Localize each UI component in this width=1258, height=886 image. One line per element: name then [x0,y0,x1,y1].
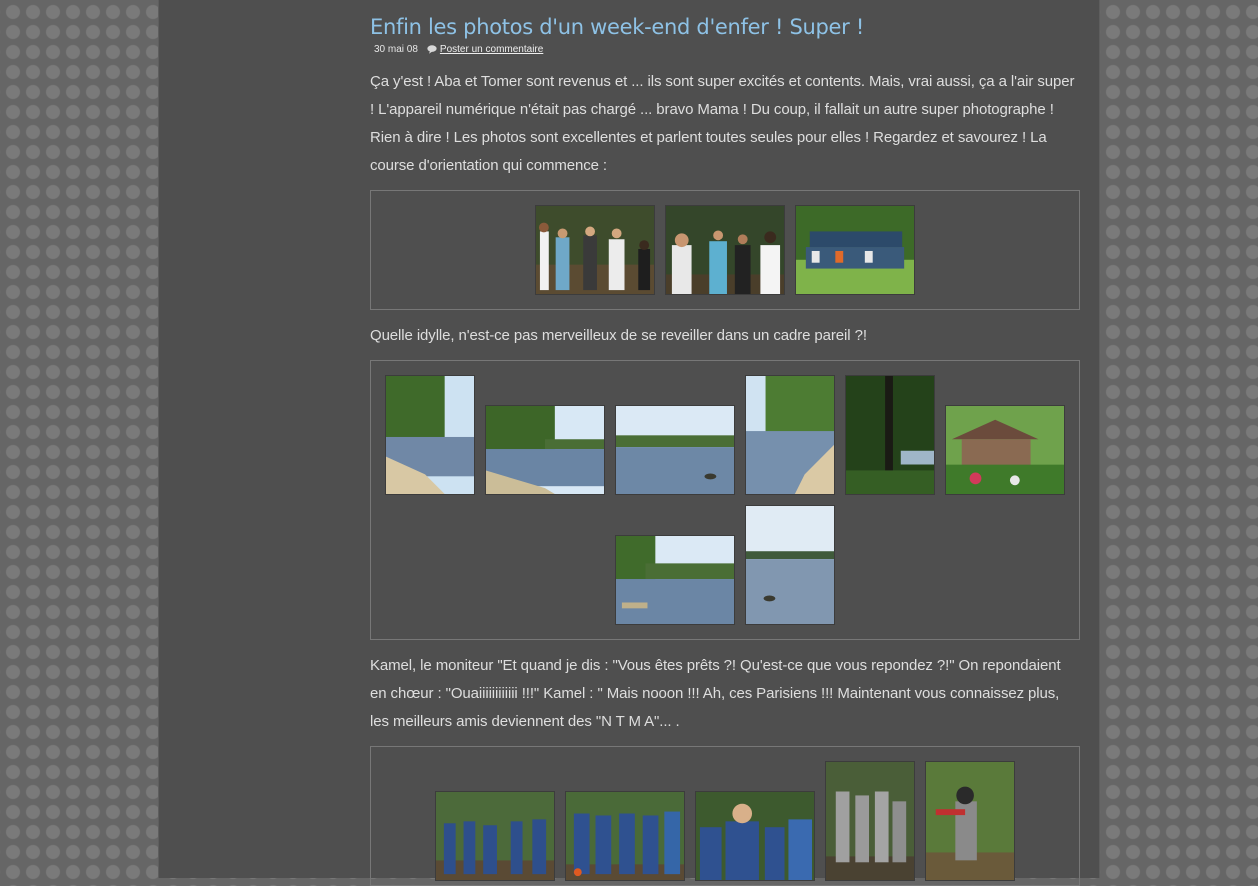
photo-thumbnail[interactable] [535,205,655,295]
photo-thumbnail[interactable] [615,405,735,495]
photo-thumbnail[interactable] [795,205,915,295]
post-comment-link[interactable]: Poster un commentaire [440,44,543,55]
post-meta: 30 mai 08 Poster un commentaire [374,42,1080,56]
post-paragraph-intro: Ça y'est ! Aba et Tomer sont revenus et … [370,73,1075,174]
post-date: 30 mai 08 [374,43,418,55]
page-column: Enfin les photos d'un week-end d'enfer !… [158,0,1100,886]
photo-gallery-lake [370,360,1080,640]
photo-thumbnail[interactable] [745,375,835,495]
post-title[interactable]: Enfin les photos d'un week-end d'enfer !… [370,12,1080,42]
photo-thumbnail[interactable] [565,791,685,881]
photo-thumbnail[interactable] [745,505,835,625]
photo-thumbnail[interactable] [825,761,915,881]
post-paragraph-kamel: Kamel, le moniteur "Et quand je dis : "V… [370,657,1061,730]
photo-thumbnail[interactable] [845,375,935,495]
photo-thumbnail[interactable] [385,375,475,495]
gallery-row [371,375,1079,495]
photo-thumbnail[interactable] [665,205,785,295]
speech-bubble-icon [427,45,437,54]
blog-post: Enfin les photos d'un week-end d'enfer !… [370,12,1080,886]
gallery-row [371,505,1079,625]
photo-gallery-paintball [370,746,1080,886]
photo-thumbnail[interactable] [435,791,555,881]
photo-gallery-orientation [370,190,1080,310]
photo-thumbnail[interactable] [945,405,1065,495]
photo-thumbnail[interactable] [695,791,815,881]
photo-thumbnail[interactable] [925,761,1015,881]
post-paragraph-idylle: Quelle idylle, n'est-ce pas merveilleux … [370,327,867,344]
photo-thumbnail[interactable] [615,535,735,625]
photo-thumbnail[interactable] [485,405,605,495]
